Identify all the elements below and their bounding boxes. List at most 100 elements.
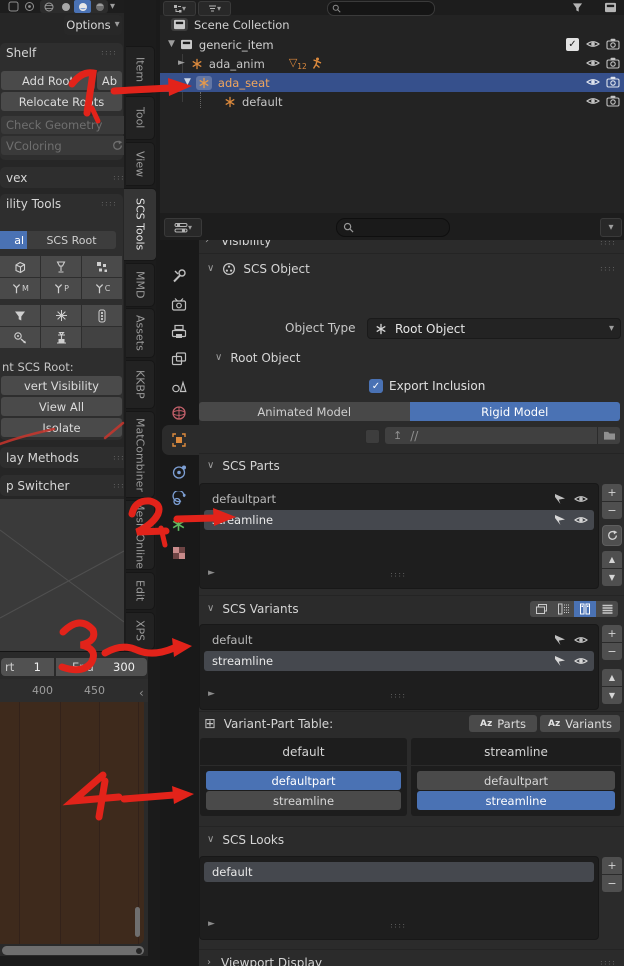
overlays-icon[interactable] xyxy=(24,1,35,12)
outliner-row-default[interactable]: default xyxy=(160,92,624,111)
table-part-toggle[interactable]: defaultpart xyxy=(417,771,615,790)
create-box-button[interactable] xyxy=(0,256,40,277)
prefab-locator-button[interactable]: P xyxy=(41,278,81,299)
select-pointer-icon[interactable] xyxy=(554,493,566,505)
collapsed-chevron-icon[interactable]: ► xyxy=(178,59,185,68)
add-part-button[interactable]: + xyxy=(602,484,622,501)
hide-eye-icon[interactable] xyxy=(574,494,588,504)
properties-search-field[interactable] xyxy=(336,218,450,237)
constraints-tab-icon[interactable] xyxy=(171,464,187,480)
select-pointer-icon[interactable] xyxy=(554,634,566,646)
shading-rendered-icon[interactable] xyxy=(91,0,108,13)
export-path-field[interactable]: ↥ // xyxy=(385,427,597,444)
outliner-display-mode-button[interactable]: ▾ xyxy=(198,1,231,16)
panel-grip[interactable]: :::: xyxy=(101,200,117,208)
shading-material-icon[interactable] xyxy=(74,0,91,13)
expand-chevron-icon[interactable]: ▼ xyxy=(168,40,175,49)
frame-start-field[interactable]: rt 1 xyxy=(1,658,54,676)
list-item-defaultpart[interactable]: defaultpart xyxy=(204,489,594,509)
relocate-roots-button[interactable]: Relocate Roots xyxy=(1,92,122,111)
list-item-default[interactable]: default xyxy=(204,630,594,650)
list-expand-arrow[interactable]: ► xyxy=(208,919,215,929)
tab-xps[interactable]: XPS xyxy=(126,612,155,650)
add-look-button[interactable]: + xyxy=(602,857,622,874)
outliner-search-field[interactable] xyxy=(327,1,435,16)
switcher-header[interactable]: p Switcher :::: xyxy=(0,475,135,496)
hide-eye-icon[interactable] xyxy=(586,96,600,106)
invert-visibility-button[interactable]: vert Visibility xyxy=(1,376,122,395)
remove-variant-button[interactable]: − xyxy=(602,643,622,660)
semaphore-locator-button[interactable] xyxy=(0,305,40,326)
shading-solid-icon[interactable] xyxy=(57,0,74,13)
scope-toggle-scs-root[interactable]: SCS Root xyxy=(27,231,116,249)
rigid-model-button[interactable]: Rigid Model xyxy=(409,402,620,421)
scs-looks-panel-header[interactable]: ∨ SCS Looks xyxy=(199,826,624,853)
map-point-locator-button[interactable] xyxy=(0,327,40,348)
hide-eye-icon[interactable] xyxy=(586,77,600,87)
collision-locator-button[interactable]: C xyxy=(82,278,122,299)
filter-icon[interactable] xyxy=(572,2,583,13)
display-methods-header[interactable]: lay Methods :::: xyxy=(0,447,135,468)
weight-locator-button[interactable] xyxy=(41,327,81,348)
frame-end-field[interactable]: End 300 xyxy=(56,658,147,676)
properties-options-button[interactable]: ▾ xyxy=(600,218,622,237)
outliner-row-scene-collection[interactable]: Scene Collection xyxy=(160,15,624,34)
variants-view-list-icon[interactable] xyxy=(596,601,618,617)
vertical-scrollbar[interactable] xyxy=(135,907,140,937)
isolate-button[interactable]: Isolate xyxy=(1,418,122,437)
new-collection-icon[interactable] xyxy=(604,2,617,13)
sort-variants-button[interactable]: Az Variants xyxy=(540,715,620,732)
tool-tab-icon[interactable] xyxy=(171,268,187,284)
hide-eye-icon[interactable] xyxy=(586,39,600,49)
render-tab-icon[interactable] xyxy=(171,297,187,313)
table-part-toggle[interactable]: defaultpart xyxy=(206,771,401,790)
table-part-toggle[interactable]: streamline xyxy=(206,791,401,810)
gizmo-icon[interactable] xyxy=(8,1,19,12)
move-variant-down-button[interactable]: ▼ xyxy=(602,687,622,704)
refresh-parts-button[interactable] xyxy=(602,525,622,546)
texture-tab-icon[interactable] xyxy=(171,545,187,561)
world-tab-icon[interactable] xyxy=(171,405,187,421)
scs-variants-panel-header[interactable]: ∨ SCS Variants xyxy=(199,595,624,622)
convex-panel-header[interactable]: vex :::: xyxy=(0,167,135,188)
sort-parts-button[interactable]: Az Parts xyxy=(469,715,537,732)
move-part-down-button[interactable]: ▼ xyxy=(602,569,622,586)
add-variant-button[interactable]: + xyxy=(602,625,622,642)
editor-divider[interactable] xyxy=(148,651,160,966)
tab-assets[interactable]: Assets xyxy=(126,308,155,358)
scope-toggle-left[interactable]: al xyxy=(0,231,27,249)
vcoloring-button[interactable]: VColoring xyxy=(1,136,127,155)
tab-scs-tools[interactable]: SCS Tools xyxy=(124,188,157,261)
object-data-tab-icon[interactable] xyxy=(171,517,186,532)
list-expand-arrow[interactable]: ► xyxy=(208,568,215,578)
export-inclusion-checkbox[interactable]: ✓ xyxy=(369,379,383,393)
disable-render-icon[interactable] xyxy=(606,76,620,88)
tab-view[interactable]: View xyxy=(126,142,155,186)
object-tab-icon[interactable] xyxy=(171,432,187,448)
disable-render-icon[interactable] xyxy=(606,95,620,107)
tab-edit[interactable]: Edit xyxy=(126,572,155,610)
tab-item[interactable]: Item xyxy=(126,46,155,94)
hide-eye-icon[interactable] xyxy=(574,515,588,525)
object-type-dropdown[interactable]: Root Object ▾ xyxy=(367,318,621,339)
scene-tab-icon[interactable] xyxy=(171,378,187,394)
list-item-streamline[interactable]: streamline xyxy=(204,510,594,530)
light-locator-button[interactable] xyxy=(41,305,81,326)
physics-tab-icon[interactable] xyxy=(171,491,187,507)
disable-render-icon[interactable] xyxy=(606,57,620,69)
browse-folder-button[interactable] xyxy=(598,427,620,444)
horizontal-scrollbar[interactable] xyxy=(2,946,144,955)
region-collapse-arrow[interactable]: ‹ xyxy=(139,686,144,700)
remove-part-button[interactable]: − xyxy=(602,502,622,519)
tab-mmd[interactable]: MMD xyxy=(126,263,155,307)
list-item-default-look[interactable]: default xyxy=(204,862,594,882)
shading-wireframe-icon[interactable] xyxy=(40,0,57,13)
properties-editor-type-button[interactable]: ▾ xyxy=(164,218,202,237)
view-layer-tab-icon[interactable] xyxy=(171,351,187,367)
viewport-display-panel-header[interactable]: › Viewport Display :::: xyxy=(199,949,624,966)
variants-view-compact-icon[interactable] xyxy=(530,601,552,617)
list-resize-grip[interactable]: :::: xyxy=(390,571,406,579)
remove-look-button[interactable]: − xyxy=(602,875,622,892)
exclusion-checkbox[interactable]: ✓ xyxy=(566,38,579,51)
list-expand-arrow[interactable]: ► xyxy=(208,689,215,699)
